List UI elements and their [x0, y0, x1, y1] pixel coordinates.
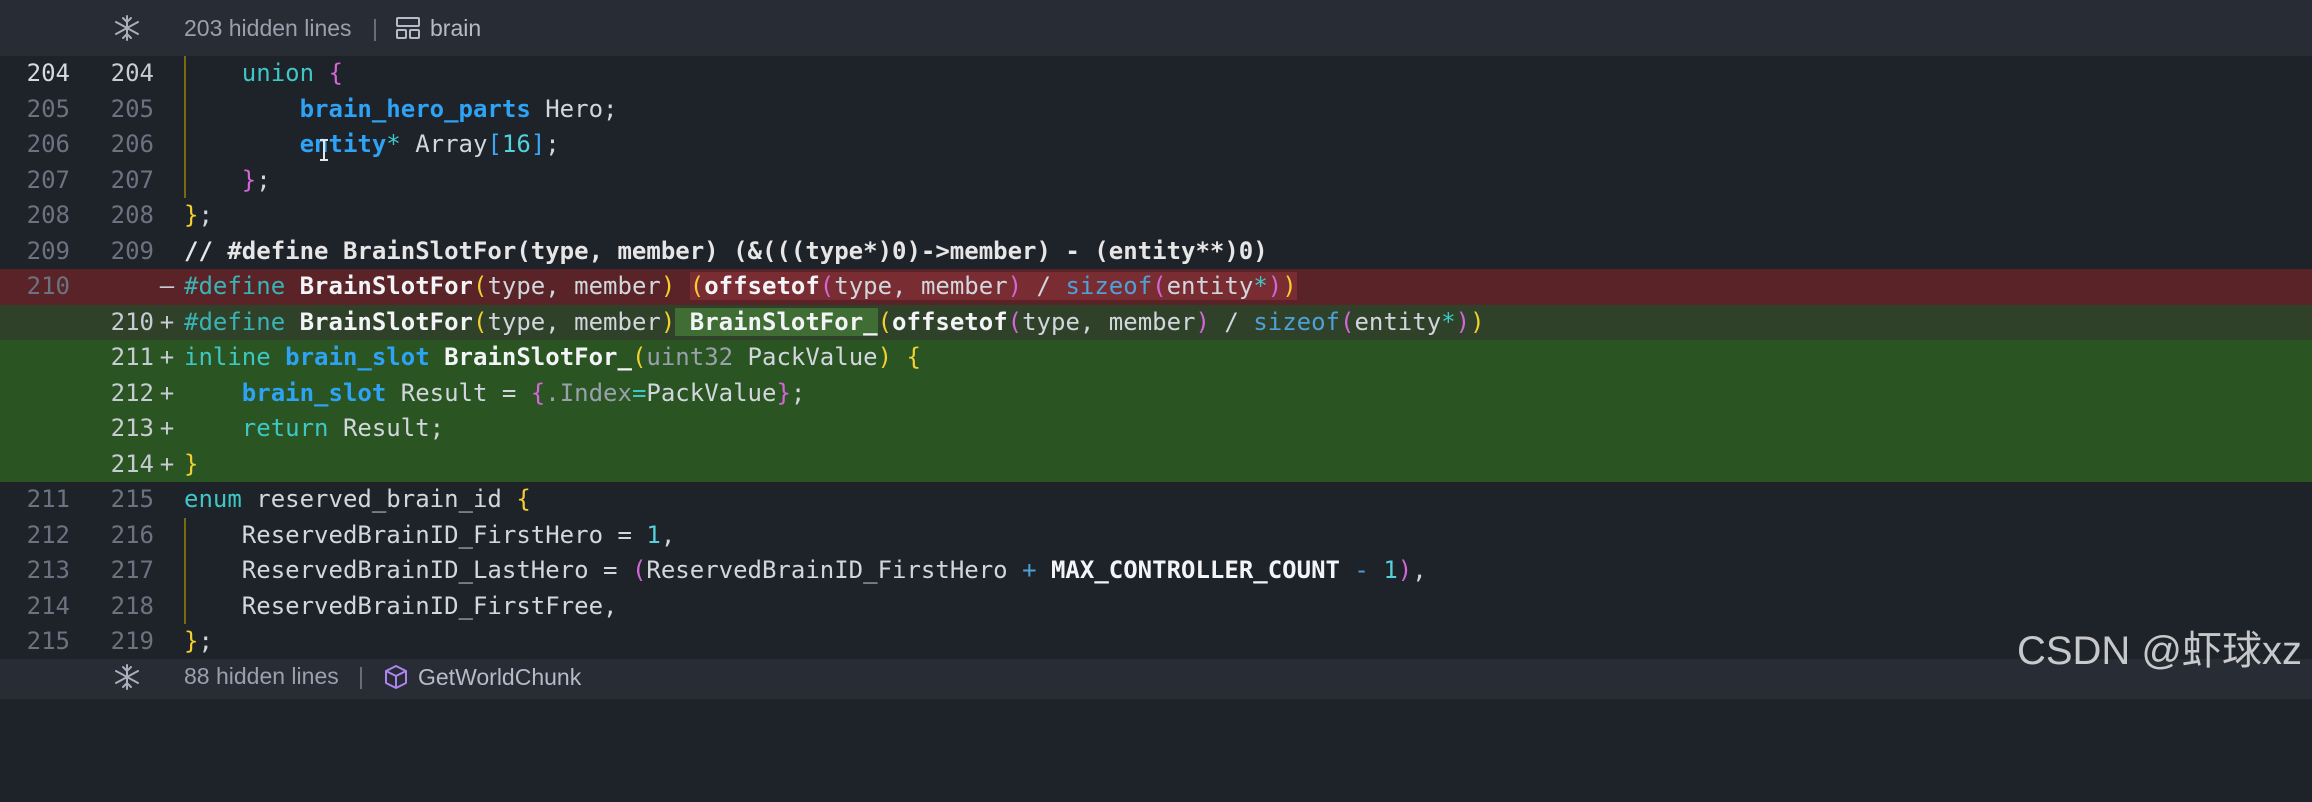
diff-added-marker: + [159, 449, 175, 478]
new-line-number: 216 [110, 520, 154, 549]
diff-added-marker: + [159, 378, 175, 407]
new-line-number: 208 [110, 201, 154, 229]
deleted-line[interactable]: 210 — #define BrainSlotFor(type, member)… [0, 269, 2312, 305]
old-line-number: 213 [26, 556, 70, 584]
breadcrumb-label: brain [430, 14, 482, 41]
hidden-lines-count[interactable]: 88 hidden lines [184, 663, 339, 690]
diff-added-marker: + [159, 343, 175, 371]
code-text[interactable]: ReservedBrainID_FirstHero = 1, [184, 518, 675, 554]
code-line[interactable]: 209 209 // #define BrainSlotFor(type, me… [0, 234, 2312, 270]
text-cursor-icon [320, 139, 328, 161]
new-line-number: 204 [110, 59, 154, 87]
code-text[interactable]: union { [184, 56, 343, 92]
code-text[interactable]: } [184, 447, 198, 483]
diff-removed-marker: — [159, 272, 175, 300]
hidden-lines-bar-bottom[interactable]: 88 hidden lines | GetWorldChunk [0, 659, 2312, 699]
new-line-number: 207 [110, 165, 154, 194]
unfold-icon[interactable] [113, 14, 141, 42]
old-line-number: 209 [26, 236, 70, 265]
old-line-number: 207 [26, 165, 70, 194]
old-line-number: 208 [26, 201, 70, 229]
crumb-separator: | [358, 663, 364, 689]
old-line-number: 206 [26, 130, 70, 158]
code-line[interactable]: 204 204 union { [0, 56, 2312, 92]
code-line[interactable]: 205 205 brain_hero_parts Hero; [0, 91, 2312, 128]
code-text[interactable]: }; [184, 163, 271, 199]
new-line-number: 212 [110, 378, 154, 407]
inserted-line[interactable]: 214 + } [0, 446, 2312, 483]
diff-editor[interactable]: 204 204 union { 205 205 brain_hero_parts… [0, 56, 2312, 660]
old-line-number: 214 [26, 591, 70, 620]
code-text[interactable]: entity* Array[16]; [184, 127, 560, 163]
old-line-number: 204 [26, 59, 70, 87]
crumb-separator: | [372, 14, 378, 41]
new-line-number: 205 [110, 94, 154, 123]
code-text[interactable]: }; [184, 624, 213, 660]
code-text[interactable]: }; [184, 198, 213, 234]
old-line-number: 211 [26, 485, 70, 513]
hidden-lines-count[interactable]: 203 hidden lines [184, 15, 352, 42]
new-line-number: 219 [110, 627, 154, 655]
new-line-number: 215 [110, 485, 154, 513]
new-line-number: 210 [110, 307, 154, 336]
new-line-number: 211 [110, 343, 154, 371]
code-line[interactable]: 215 219 }; [0, 624, 2312, 660]
inserted-line[interactable]: 213 + return Result; [0, 411, 2312, 447]
inserted-line[interactable]: 210 + #define BrainSlotFor(type, member)… [0, 304, 2312, 341]
code-text[interactable]: brain_hero_parts Hero; [184, 92, 618, 128]
new-line-number: 209 [110, 236, 154, 265]
new-line-number: 217 [110, 556, 154, 584]
hidden-lines-bar-top[interactable]: 203 hidden lines | brain [0, 0, 2312, 56]
diff-added-marker: + [159, 414, 175, 442]
breadcrumb[interactable]: brain [394, 14, 481, 42]
code-text[interactable]: #define BrainSlotFor(type, member) Brain… [184, 305, 1485, 341]
code-text[interactable]: inline brain_slot BrainSlotFor_(uint32 P… [184, 340, 921, 376]
code-text[interactable]: brain_slot Result = {.Index=PackValue}; [184, 376, 806, 412]
struct-icon [396, 17, 420, 39]
new-line-number: 218 [110, 591, 154, 620]
watermark: CSDN @虾球xz [2016, 629, 2302, 673]
code-comment[interactable]: // #define BrainSlotFor(type, member) (&… [184, 234, 1268, 270]
new-line-number: 206 [110, 130, 154, 158]
code-line[interactable]: 214 218 ReservedBrainID_FirstFree, [0, 588, 2312, 625]
new-line-number: 213 [110, 414, 154, 442]
code-line[interactable]: 211 215 enum reserved_brain_id { [0, 482, 2312, 518]
code-text[interactable]: return Result; [184, 411, 444, 447]
old-line-number: 210 [26, 272, 70, 300]
code-text[interactable]: enum reserved_brain_id { [184, 482, 531, 518]
code-text[interactable]: #define BrainSlotFor(type, member) (offs… [184, 269, 1297, 305]
code-line[interactable]: 213 217 ReservedBrainID_LastHero = (Rese… [0, 553, 2312, 589]
code-line[interactable]: 206 206 entity* Array[16]; [0, 127, 2312, 163]
code-line[interactable]: 208 208 }; [0, 198, 2312, 234]
inserted-line[interactable]: 211 + inline brain_slot BrainSlotFor_(ui… [0, 340, 2312, 376]
diff-added-marker: + [159, 307, 175, 336]
code-text[interactable]: ReservedBrainID_LastHero = (ReservedBrai… [184, 553, 1427, 589]
old-line-number: 215 [26, 627, 70, 655]
new-line-number: 214 [110, 449, 154, 478]
breadcrumb-label: GetWorldChunk [418, 663, 582, 690]
old-line-number: 212 [26, 520, 70, 549]
unfold-icon[interactable] [113, 663, 141, 691]
code-text[interactable]: ReservedBrainID_FirstFree, [184, 589, 618, 625]
code-line[interactable]: 207 207 }; [0, 162, 2312, 199]
inserted-line[interactable]: 212 + brain_slot Result = {.Index=PackVa… [0, 375, 2312, 412]
breadcrumb[interactable]: GetWorldChunk [382, 663, 581, 691]
code-line[interactable]: 212 216 ReservedBrainID_FirstHero = 1, [0, 517, 2312, 554]
cube-icon [385, 665, 407, 689]
old-line-number: 205 [26, 94, 70, 123]
